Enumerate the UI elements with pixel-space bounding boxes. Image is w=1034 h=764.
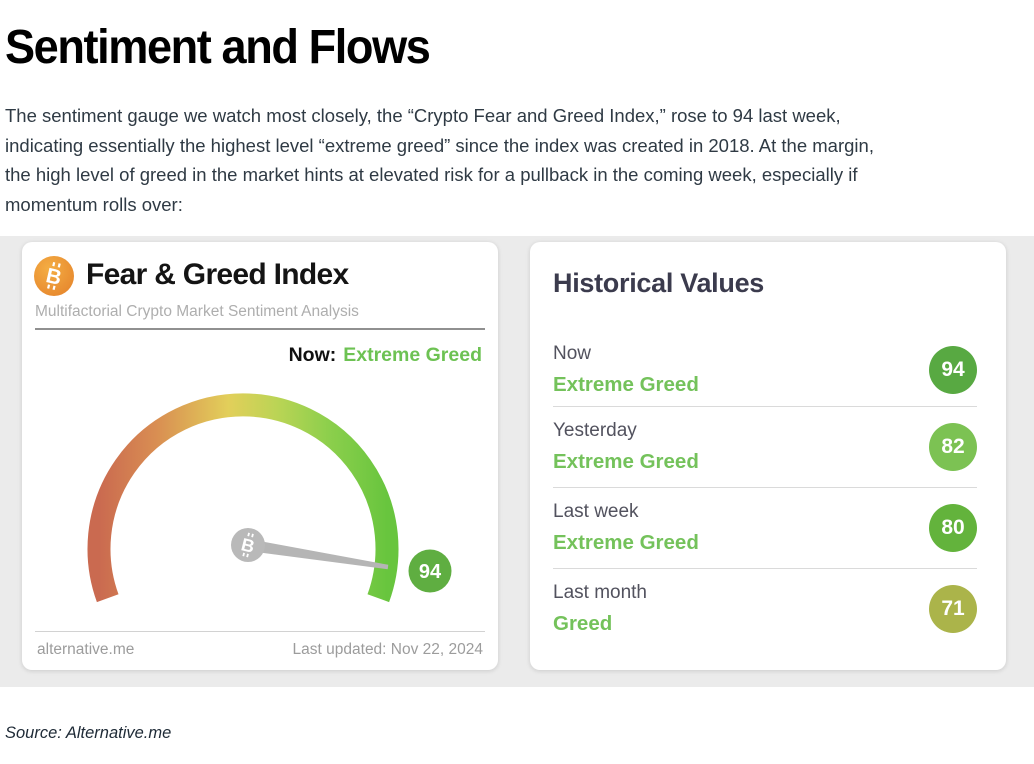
intro-line: indicating essentially the highest level… <box>5 131 1020 161</box>
historical-rows: Now Extreme Greed 94 Yesterday Extreme G… <box>553 334 977 649</box>
intro-line: The sentiment gauge we watch most closel… <box>5 101 1020 131</box>
footer-divider <box>35 631 485 632</box>
historical-row: Now Extreme Greed 94 <box>553 334 977 407</box>
row-period: Last week <box>553 501 699 523</box>
row-period: Last month <box>553 582 647 604</box>
historical-row: Last month Greed 71 <box>553 569 977 649</box>
score-badge: 82 <box>929 423 977 471</box>
row-classification: Extreme Greed <box>553 531 699 555</box>
page-title: Sentiment and Flows <box>5 20 429 75</box>
historical-title: Historical Values <box>553 268 764 299</box>
row-classification: Extreme Greed <box>553 373 699 397</box>
score-badge: 94 <box>929 346 977 394</box>
row-period: Yesterday <box>553 420 699 442</box>
row-classification: Greed <box>553 612 647 636</box>
row-classification: Extreme Greed <box>553 450 699 474</box>
score-badge: 71 <box>929 585 977 633</box>
bitcoin-icon: B <box>34 256 74 296</box>
historical-row: Yesterday Extreme Greed 82 <box>553 407 977 488</box>
now-value: Extreme Greed <box>343 344 482 366</box>
card-footer: alternative.me Last updated: Nov 22, 202… <box>37 641 483 659</box>
current-sentiment: Now: Extreme Greed <box>289 344 482 367</box>
card-subtitle: Multifactorial Crypto Market Sentiment A… <box>35 303 359 321</box>
historical-row: Last week Extreme Greed 80 <box>553 488 977 569</box>
historical-card: Historical Values Now Extreme Greed 94 Y… <box>530 242 1006 670</box>
fear-greed-figure: B Fear & Greed Index Multifactorial Cryp… <box>0 236 1034 687</box>
intro-line: momentum rolls over: <box>5 190 1020 220</box>
intro-paragraph: The sentiment gauge we watch most closel… <box>5 101 1020 219</box>
header-divider <box>35 328 485 330</box>
source-caption: Source: Alternative.me <box>5 724 171 743</box>
gauge-needle <box>247 539 388 569</box>
score-badge: 80 <box>929 504 977 552</box>
gauge-value: 94 <box>419 561 442 583</box>
sentiment-gauge: B 94 <box>22 370 498 624</box>
now-label: Now: <box>289 344 337 366</box>
footer-updated: Last updated: Nov 22, 2024 <box>293 641 483 659</box>
footer-site-link[interactable]: alternative.me <box>37 641 134 659</box>
card-title: Fear & Greed Index <box>86 254 349 296</box>
fear-greed-card: B Fear & Greed Index Multifactorial Cryp… <box>22 242 498 670</box>
intro-line: the high level of greed in the market hi… <box>5 160 1020 190</box>
gauge-arc <box>99 405 387 598</box>
row-period: Now <box>553 343 699 365</box>
